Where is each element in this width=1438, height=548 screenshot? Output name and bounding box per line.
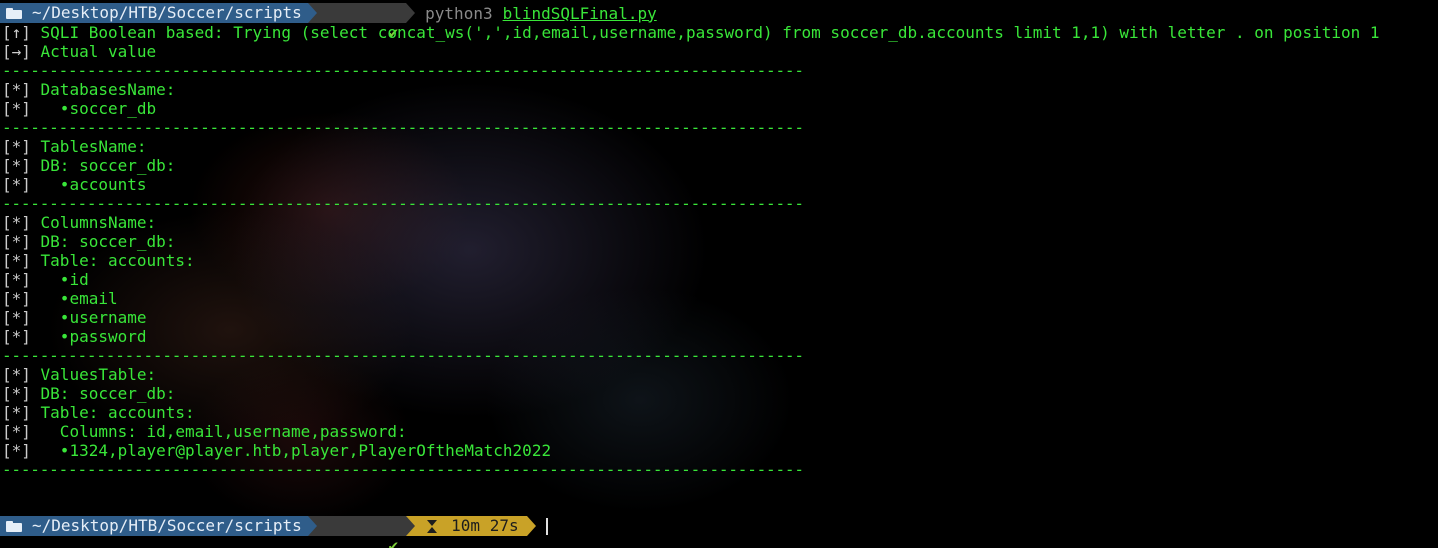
separator-text: ----------------------------------------… bbox=[2, 118, 804, 137]
separator-text: ----------------------------------------… bbox=[2, 346, 804, 365]
line-text: Actual value bbox=[30, 42, 157, 61]
output-line: [*] TablesName: bbox=[2, 137, 147, 156]
output-line: [*] •id bbox=[2, 270, 89, 289]
prompt-cwd: ~/Desktop/HTB/Soccer/scripts bbox=[32, 3, 302, 22]
output-line: [*] •1324,player@player.htb,player,Playe… bbox=[2, 441, 551, 460]
command-program: python3 bbox=[425, 3, 493, 23]
text-cursor[interactable] bbox=[545, 517, 548, 535]
line-text: •soccer_db bbox=[30, 99, 157, 118]
prompt-line-1: ~/Desktop/HTB/Soccer/scripts ✔ python3 b… bbox=[0, 3, 657, 42]
line-prefix: [*] bbox=[2, 251, 31, 270]
line-prefix: [*] bbox=[2, 441, 31, 460]
line-prefix: [*] bbox=[2, 99, 31, 118]
separator-text: ----------------------------------------… bbox=[2, 460, 804, 479]
line-prefix: [*] bbox=[2, 308, 31, 327]
line-text: Table: accounts: bbox=[30, 251, 195, 270]
line-text: TablesName: bbox=[30, 137, 147, 156]
line-text: DB: soccer_db: bbox=[30, 232, 176, 251]
line-text: ColumnsName: bbox=[30, 213, 157, 232]
line-prefix: [*] bbox=[2, 384, 31, 403]
elapsed-time: 10m 27s bbox=[451, 516, 519, 535]
segment-separator bbox=[307, 516, 317, 536]
folder-icon bbox=[6, 7, 22, 19]
output-line: [*] Table: accounts: bbox=[2, 251, 195, 270]
line-text: DatabasesName: bbox=[30, 80, 176, 99]
output-line: [*] ColumnsName: bbox=[2, 213, 156, 232]
prompt-status-segment: ✔ bbox=[316, 3, 407, 42]
line-prefix: [*] bbox=[2, 156, 31, 175]
terminal-window[interactable]: ~/Desktop/HTB/Soccer/scripts ✔ python3 b… bbox=[0, 0, 1438, 548]
output-line: [*] Table: accounts: bbox=[2, 403, 195, 422]
output-line: [*] •accounts bbox=[2, 175, 147, 194]
line-prefix: [*] bbox=[2, 137, 31, 156]
line-text: SQLI Boolean based: Trying (select conca… bbox=[30, 23, 1380, 42]
output-line: [*] •password bbox=[2, 327, 147, 346]
prompt-cwd: ~/Desktop/HTB/Soccer/scripts bbox=[32, 516, 302, 535]
check-icon: ✔ bbox=[388, 536, 399, 548]
hourglass-icon bbox=[427, 519, 438, 533]
output-line: [*] ValuesTable: bbox=[2, 365, 156, 384]
prompt-status-segment: ✔ bbox=[316, 516, 407, 548]
line-text: •password bbox=[30, 327, 147, 346]
line-text: •1324,player@player.htb,player,PlayerOft… bbox=[30, 441, 552, 460]
line-prefix: [*] bbox=[2, 403, 31, 422]
separator-line: ----------------------------------------… bbox=[2, 61, 804, 80]
output-line: [*] Columns: id,email,username,password: bbox=[2, 422, 407, 441]
line-text: ValuesTable: bbox=[30, 365, 157, 384]
segment-separator bbox=[307, 3, 317, 23]
output-line: [*] •email bbox=[2, 289, 118, 308]
separator-line: ----------------------------------------… bbox=[2, 118, 804, 137]
separator-line: ----------------------------------------… bbox=[2, 346, 804, 365]
line-prefix: [*] bbox=[2, 213, 31, 232]
line-prefix: [*] bbox=[2, 289, 31, 308]
command-argument: blindSQLFinal.py bbox=[502, 3, 657, 23]
prompt-cwd-segment: ~/Desktop/HTB/Soccer/scripts bbox=[0, 516, 308, 536]
line-prefix: [→] bbox=[2, 42, 31, 61]
separator-line: ----------------------------------------… bbox=[2, 460, 804, 479]
separator-text: ----------------------------------------… bbox=[2, 194, 804, 213]
line-text: Table: accounts: bbox=[30, 403, 195, 422]
segment-separator bbox=[406, 516, 416, 536]
output-line: [↑] SQLI Boolean based: Trying (select c… bbox=[2, 23, 1380, 42]
line-prefix: [*] bbox=[2, 80, 31, 99]
line-text: •username bbox=[30, 308, 147, 327]
output-line: [*] DB: soccer_db: bbox=[2, 232, 175, 251]
folder-icon bbox=[6, 520, 22, 532]
line-text: •accounts bbox=[30, 175, 147, 194]
prompt-elapsed-segment: 10m 27s bbox=[415, 516, 527, 536]
output-line: [*] DB: soccer_db: bbox=[2, 384, 175, 403]
separator-text: ----------------------------------------… bbox=[2, 61, 804, 80]
separator-line: ----------------------------------------… bbox=[2, 194, 804, 213]
line-prefix: [*] bbox=[2, 175, 31, 194]
output-line: [→] Actual value bbox=[2, 42, 156, 61]
segment-separator bbox=[406, 3, 416, 23]
line-prefix: [*] bbox=[2, 327, 31, 346]
line-prefix: [↑] bbox=[2, 23, 31, 42]
line-prefix: [*] bbox=[2, 232, 31, 251]
output-line: [*] DatabasesName: bbox=[2, 80, 175, 99]
line-text: •id bbox=[30, 270, 89, 289]
output-line: [*] DB: soccer_db: bbox=[2, 156, 175, 175]
prompt-line-2: ~/Desktop/HTB/Soccer/scripts ✔ 10m 27s bbox=[0, 516, 548, 548]
output-line: [*] •soccer_db bbox=[2, 99, 156, 118]
segment-separator bbox=[526, 516, 536, 536]
output-line: [*] •username bbox=[2, 308, 147, 327]
prompt-cwd-segment: ~/Desktop/HTB/Soccer/scripts bbox=[0, 3, 308, 23]
line-text: DB: soccer_db: bbox=[30, 156, 176, 175]
line-prefix: [*] bbox=[2, 365, 31, 384]
line-prefix: [*] bbox=[2, 422, 31, 441]
line-text: •email bbox=[30, 289, 118, 308]
line-text: DB: soccer_db: bbox=[30, 384, 176, 403]
line-prefix: [*] bbox=[2, 270, 31, 289]
line-text: Columns: id,email,username,password: bbox=[30, 422, 407, 441]
